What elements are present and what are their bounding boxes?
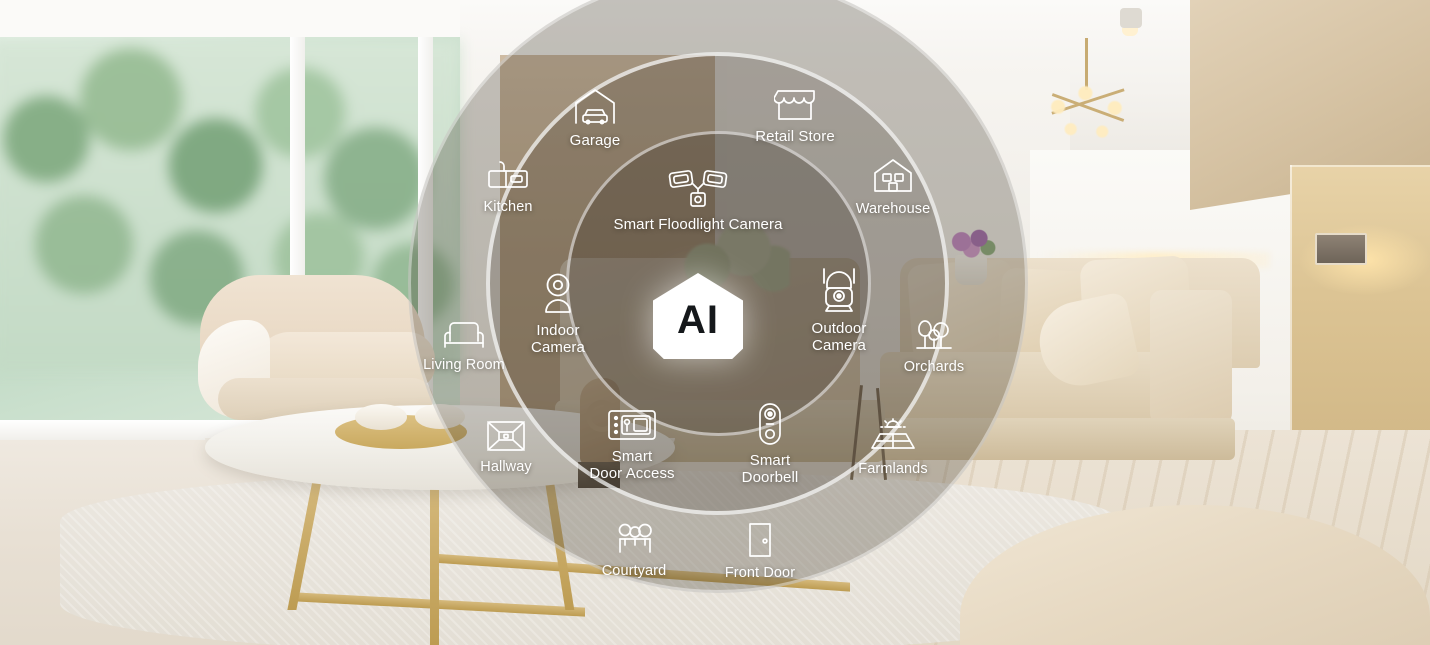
node-hallway[interactable]: Hallway bbox=[421, 420, 591, 475]
smart-home-ai-hero: AI Smart Floodlight Camera Indoor Camera… bbox=[0, 0, 1430, 645]
node-label: Front Door bbox=[724, 565, 796, 581]
node-front-door[interactable]: Front Door bbox=[675, 522, 845, 581]
node-garage[interactable]: Garage bbox=[510, 88, 680, 150]
node-orchards[interactable]: Orchards bbox=[849, 318, 1019, 375]
indoor-camera-icon bbox=[536, 272, 580, 316]
floodlight-camera-icon bbox=[668, 168, 728, 210]
farm-field-icon bbox=[870, 418, 916, 454]
ai-center-badge[interactable]: AI bbox=[653, 273, 743, 359]
kitchen-counter-icon bbox=[487, 160, 529, 192]
smart-doorbell-icon bbox=[757, 402, 783, 446]
hallway-corridor-icon bbox=[486, 420, 526, 452]
node-label: Hallway bbox=[480, 459, 532, 475]
node-smart-floodlight-camera[interactable]: Smart Floodlight Camera bbox=[583, 168, 813, 234]
door-access-panel-icon bbox=[607, 408, 657, 442]
ai-label: AI bbox=[677, 298, 719, 342]
node-label: Warehouse bbox=[855, 201, 931, 217]
storefront-icon bbox=[774, 88, 816, 122]
node-label: Smart Door Access bbox=[589, 448, 675, 482]
front-door-icon bbox=[744, 522, 776, 558]
node-farmlands[interactable]: Farmlands bbox=[808, 418, 978, 477]
warehouse-house-icon bbox=[872, 158, 914, 194]
node-kitchen[interactable]: Kitchen bbox=[423, 160, 593, 215]
node-label: Living Room bbox=[423, 357, 505, 373]
node-label: Orchards bbox=[903, 359, 965, 375]
node-living-room[interactable]: Living Room bbox=[379, 320, 549, 373]
node-label: Farmlands bbox=[858, 461, 928, 477]
node-label: Retail Store bbox=[755, 128, 835, 145]
courtyard-plants-icon bbox=[612, 522, 656, 556]
node-label: Kitchen bbox=[483, 199, 533, 215]
trees-icon bbox=[912, 318, 956, 352]
garage-car-icon bbox=[573, 88, 617, 126]
node-label: Courtyard bbox=[601, 563, 667, 579]
node-label: Smart Floodlight Camera bbox=[613, 216, 783, 233]
node-label: Smart Doorbell bbox=[741, 452, 799, 486]
node-warehouse[interactable]: Warehouse bbox=[808, 158, 978, 217]
armchair-icon bbox=[442, 320, 486, 350]
outdoor-camera-icon bbox=[816, 266, 862, 314]
node-label: Garage bbox=[569, 132, 621, 149]
node-retail-store[interactable]: Retail Store bbox=[710, 88, 880, 146]
